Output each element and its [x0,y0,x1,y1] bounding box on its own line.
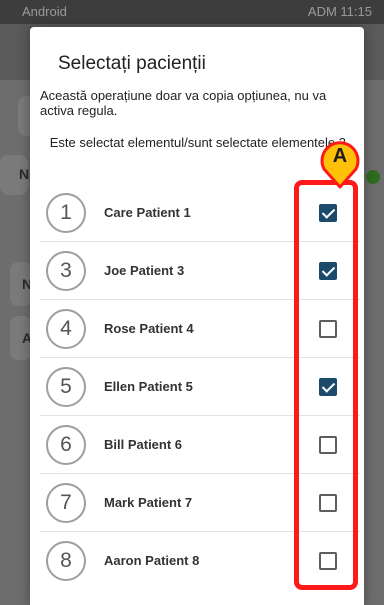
background-letter: N [19,166,30,182]
selection-status: Este selectat elementul/sunt selectate e… [49,135,346,150]
checkbox-column-highlight [294,180,358,590]
patient-name: Mark Patient 7 [104,495,193,510]
status-bar-right-text: ADM 11:15 [307,4,372,19]
bed-number-badge: 5 [46,367,86,407]
dialog-title: Selectați pacienții [58,53,206,74]
status-bar-left-text: Android [22,4,67,19]
annotation-label: A [332,145,348,167]
bed-number-badge: 8 [46,541,86,581]
patient-name: Rose Patient 4 [104,321,194,336]
bed-number-badge: 4 [46,309,86,349]
patient-name: Aaron Patient 8 [104,553,200,568]
bed-number-badge: 6 [46,425,86,465]
bed-number-badge: 1 [46,193,86,233]
patient-name: Ellen Patient 5 [104,379,193,394]
dialog-subtitle: Această operațiune doar va copia opțiune… [40,88,327,118]
bed-number-badge: 7 [46,483,86,523]
patient-name: Care Patient 1 [104,205,191,220]
status-bar: Android ADM 11:15 [0,0,384,24]
background-status-dot [366,170,380,184]
patient-name: Bill Patient 6 [104,437,183,452]
patient-name: Joe Patient 3 [104,263,185,278]
bed-number-badge: 3 [46,251,86,291]
